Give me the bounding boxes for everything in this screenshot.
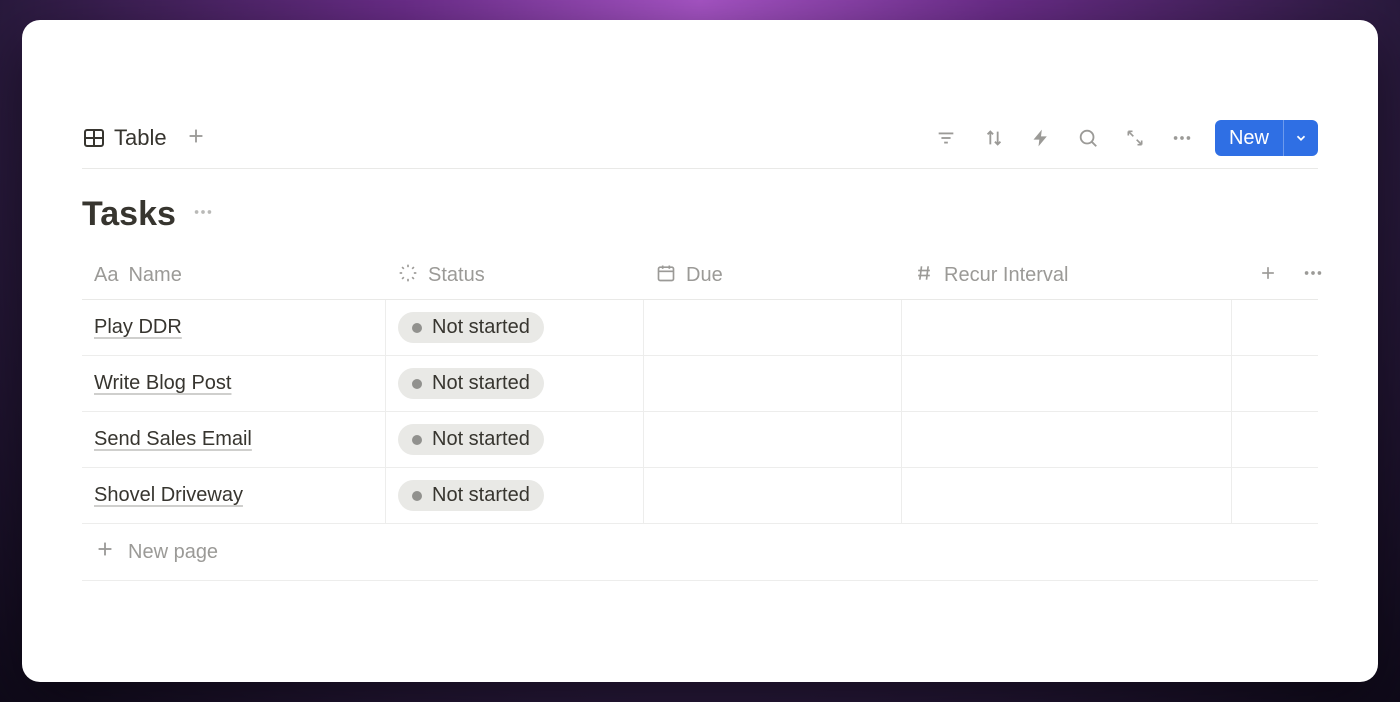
table-row[interactable]: Send Sales Email Not started xyxy=(82,412,1318,468)
number-type-icon xyxy=(914,263,934,289)
cell-recur-interval[interactable] xyxy=(902,412,1232,467)
cell-status[interactable]: Not started xyxy=(386,412,644,467)
cell-due[interactable] xyxy=(644,356,902,411)
column-header-due[interactable]: Due xyxy=(644,252,902,299)
column-header-recur-interval[interactable]: Recur Interval xyxy=(902,252,1232,299)
status-dot-icon xyxy=(412,323,422,333)
status-label: Not started xyxy=(432,316,530,339)
table-header-row: Aa Name Status Due Recur Interval xyxy=(82,252,1318,300)
status-dot-icon xyxy=(412,379,422,389)
column-header-label: Due xyxy=(686,264,723,287)
cell-empty xyxy=(1232,356,1332,411)
more-options-button[interactable] xyxy=(1167,123,1197,153)
cell-due[interactable] xyxy=(644,412,902,467)
cell-status[interactable]: Not started xyxy=(386,468,644,523)
cell-recur-interval[interactable] xyxy=(902,468,1232,523)
date-type-icon xyxy=(656,263,676,289)
automations-button[interactable] xyxy=(1027,123,1055,153)
column-options-button[interactable] xyxy=(1302,262,1324,289)
task-name-link[interactable]: Shovel Driveway xyxy=(94,484,243,507)
cell-empty xyxy=(1232,468,1332,523)
new-button-dropdown[interactable] xyxy=(1283,120,1318,156)
table-row[interactable]: Play DDR Not started xyxy=(82,300,1318,356)
cell-name[interactable]: Shovel Driveway xyxy=(82,468,386,523)
database-title[interactable]: Tasks xyxy=(82,195,176,234)
task-name-link[interactable]: Write Blog Post xyxy=(94,372,231,395)
sort-button[interactable] xyxy=(979,123,1009,153)
table-icon xyxy=(82,126,106,150)
view-header-row: Table N xyxy=(82,120,1318,169)
table-row[interactable]: Write Blog Post Not started xyxy=(82,356,1318,412)
table-row[interactable]: Shovel Driveway Not started xyxy=(82,468,1318,524)
status-label: Not started xyxy=(432,428,530,451)
cell-status[interactable]: Not started xyxy=(386,300,644,355)
status-dot-icon xyxy=(412,435,422,445)
status-badge: Not started xyxy=(398,424,544,455)
text-type-icon: Aa xyxy=(94,264,118,287)
app-window: Table N xyxy=(22,20,1378,682)
view-tab-label: Table xyxy=(114,125,167,151)
status-dot-icon xyxy=(412,491,422,501)
new-button-label: New xyxy=(1215,121,1283,156)
cell-name[interactable]: Write Blog Post xyxy=(82,356,386,411)
table-body: Play DDR Not started Write Blog Post Not… xyxy=(82,300,1318,581)
task-name-link[interactable]: Play DDR xyxy=(94,316,182,339)
column-header-label: Status xyxy=(428,264,485,287)
status-type-icon xyxy=(398,263,418,289)
column-header-label: Name xyxy=(128,264,181,287)
tasks-table: Aa Name Status Due Recur Interval xyxy=(82,252,1318,581)
filter-button[interactable] xyxy=(931,123,961,153)
new-button[interactable]: New xyxy=(1215,120,1318,156)
status-badge: Not started xyxy=(398,312,544,343)
status-badge: Not started xyxy=(398,368,544,399)
cell-due[interactable] xyxy=(644,300,902,355)
task-name-link[interactable]: Send Sales Email xyxy=(94,428,252,451)
view-tab-table[interactable]: Table xyxy=(82,125,167,151)
column-header-name[interactable]: Aa Name xyxy=(82,252,386,299)
status-badge: Not started xyxy=(398,480,544,511)
cell-status[interactable]: Not started xyxy=(386,356,644,411)
cell-empty xyxy=(1232,412,1332,467)
column-header-label: Recur Interval xyxy=(944,264,1069,287)
expand-button[interactable] xyxy=(1121,124,1149,152)
cell-name[interactable]: Send Sales Email xyxy=(82,412,386,467)
cell-recur-interval[interactable] xyxy=(902,356,1232,411)
search-button[interactable] xyxy=(1073,123,1103,153)
column-header-status[interactable]: Status xyxy=(386,252,644,299)
add-view-button[interactable] xyxy=(185,125,207,152)
new-page-button[interactable]: New page xyxy=(82,524,1318,581)
view-toolbar: New xyxy=(931,120,1318,156)
cell-recur-interval[interactable] xyxy=(902,300,1232,355)
status-label: Not started xyxy=(432,484,530,507)
plus-icon xyxy=(94,538,116,566)
cell-name[interactable]: Play DDR xyxy=(82,300,386,355)
status-label: Not started xyxy=(432,372,530,395)
database-title-more-button[interactable] xyxy=(192,201,214,228)
add-column-button[interactable] xyxy=(1258,263,1278,288)
cell-due[interactable] xyxy=(644,468,902,523)
column-header-actions xyxy=(1232,252,1332,299)
cell-empty xyxy=(1232,300,1332,355)
new-page-label: New page xyxy=(128,541,218,564)
database-title-row: Tasks xyxy=(82,195,1318,234)
view-tabs: Table xyxy=(82,125,207,152)
